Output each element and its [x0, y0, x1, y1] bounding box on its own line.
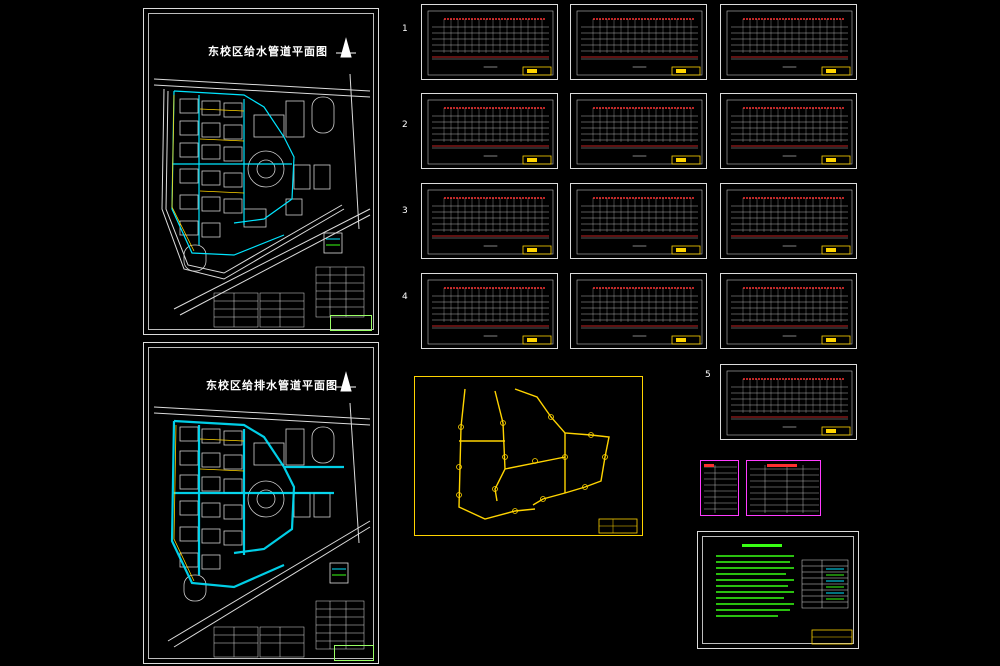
pipe-profile-table	[726, 189, 853, 255]
row-number: 2	[402, 120, 408, 130]
water-drainage-plan-sheet[interactable]: 东校区给排水管道平面图	[143, 342, 379, 664]
pipe-network-sheet[interactable]	[414, 376, 643, 536]
legend-sheet-large[interactable]	[746, 460, 821, 516]
row-number: 1	[402, 24, 408, 34]
pipe-profile-table	[576, 279, 703, 345]
legend-table	[704, 464, 737, 513]
pipe-network-drawing	[456, 388, 638, 534]
pipe-profile-table	[427, 189, 554, 255]
pipe-profile-table	[726, 279, 853, 345]
pipe-profile-table	[576, 10, 703, 76]
profile-sheet[interactable]	[720, 273, 857, 349]
pipe-profile-table	[427, 279, 554, 345]
design-notes-sheet[interactable]	[697, 531, 859, 649]
row-number: 3	[402, 206, 408, 216]
profile-sheet[interactable]	[570, 183, 707, 259]
pipe-profile-table	[576, 99, 703, 165]
profile-sheet[interactable]	[570, 93, 707, 169]
site-plan-drawing	[153, 371, 371, 658]
profile-sheet[interactable]	[421, 273, 558, 349]
pipe-profile-table	[726, 99, 853, 165]
design-notes-drawing	[716, 544, 853, 645]
row-number: 5	[705, 370, 711, 380]
site-plan-drawing	[153, 37, 371, 328]
profile-sheet[interactable]	[570, 273, 707, 349]
profile-sheet[interactable]	[720, 93, 857, 169]
profile-sheet[interactable]	[421, 93, 558, 169]
profile-sheet[interactable]	[720, 364, 857, 440]
profile-sheet[interactable]	[421, 4, 558, 80]
title-block	[330, 315, 372, 331]
pipe-profile-table	[726, 10, 853, 76]
profile-sheet[interactable]	[720, 4, 857, 80]
row-number: 4	[402, 292, 408, 302]
pipe-profile-table	[576, 189, 703, 255]
title-block	[334, 645, 374, 661]
profile-sheet[interactable]	[720, 183, 857, 259]
pipe-profile-table	[726, 370, 853, 436]
pipe-profile-table	[427, 99, 554, 165]
profile-sheet[interactable]	[421, 183, 558, 259]
legend-table	[750, 464, 819, 513]
pipe-profile-table	[427, 10, 554, 76]
profile-sheet[interactable]	[570, 4, 707, 80]
water-supply-plan-sheet[interactable]: 东校区给水管道平面图	[143, 8, 379, 335]
legend-sheet-small[interactable]	[700, 460, 739, 516]
